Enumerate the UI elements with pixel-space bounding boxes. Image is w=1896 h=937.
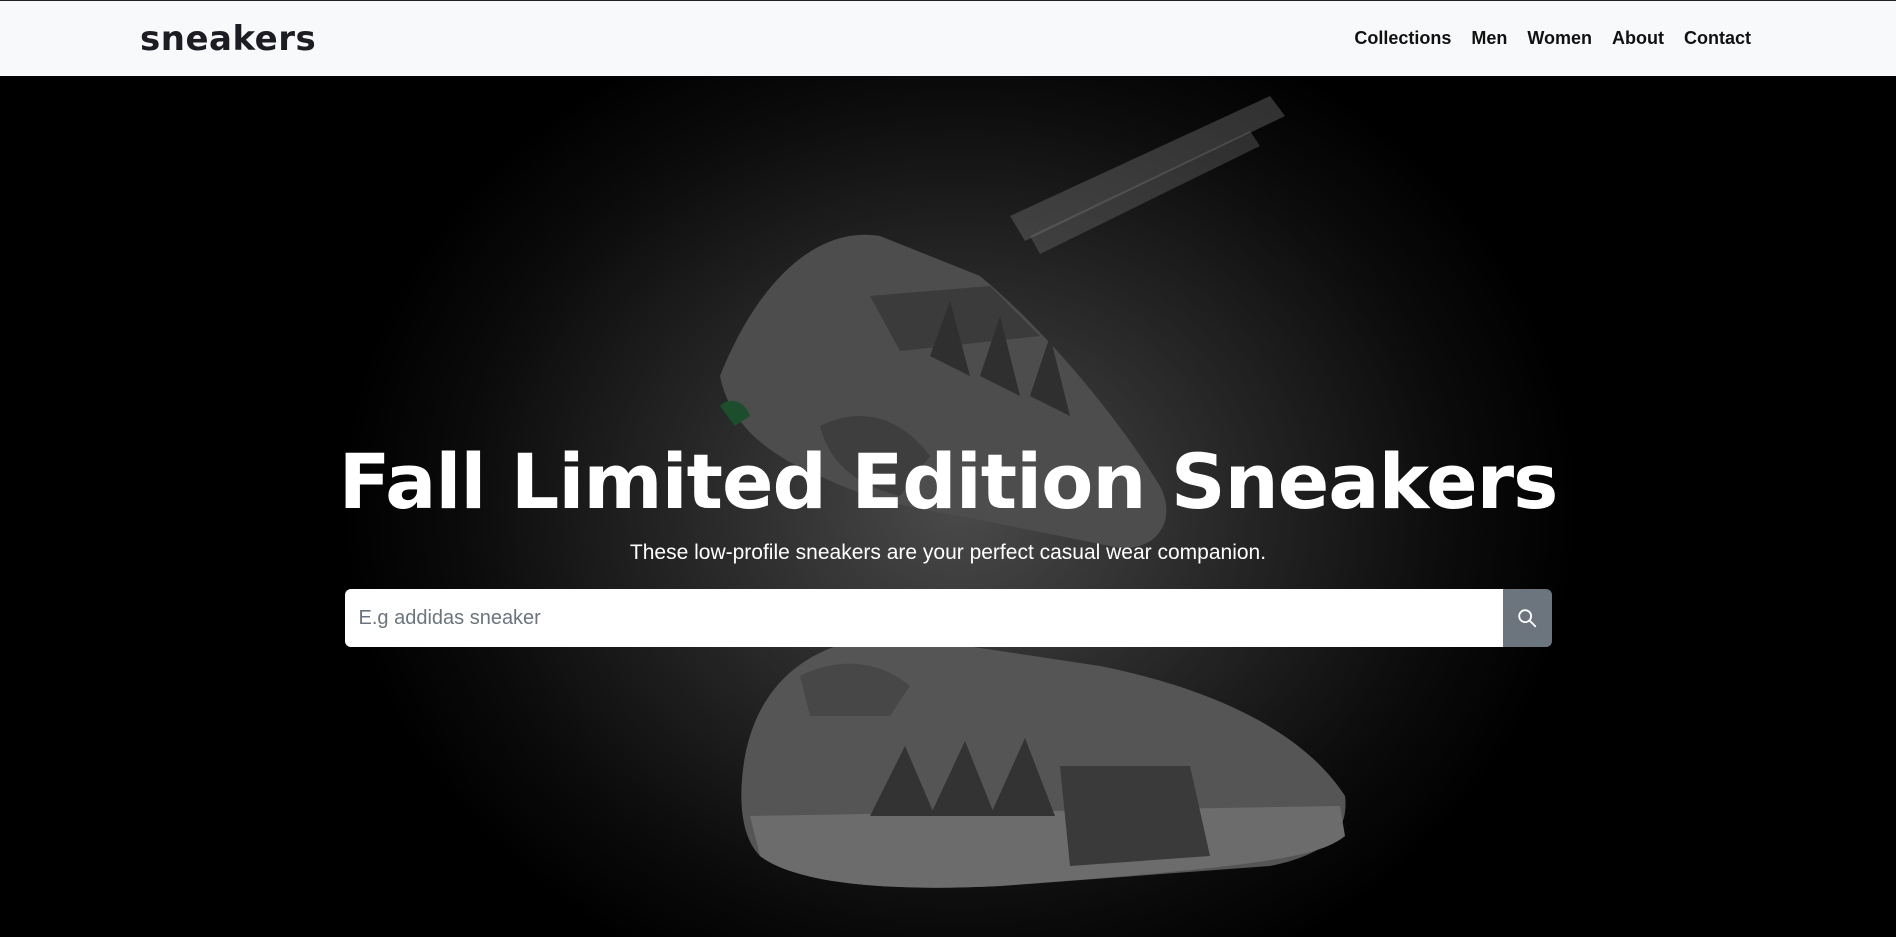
search-input[interactable]	[344, 589, 1503, 648]
navbar: sneakers Collections Men Women About Con…	[0, 0, 1896, 76]
nav-link-men[interactable]: Men	[1471, 28, 1507, 49]
hero-title: Fall Limited Edition Sneakers	[338, 437, 1559, 526]
nav-link-contact[interactable]: Contact	[1684, 28, 1751, 49]
search-bar	[344, 589, 1552, 648]
nav-link-about[interactable]: About	[1612, 28, 1664, 49]
nav-links: Collections Men Women About Contact	[1354, 28, 1751, 49]
hero-subtitle: These low-profile sneakers are your perf…	[629, 541, 1267, 565]
nav-link-collections[interactable]: Collections	[1354, 28, 1451, 49]
hero-content: Fall Limited Edition Sneakers These low-…	[0, 436, 1896, 648]
nav-link-women[interactable]: Women	[1527, 28, 1592, 49]
search-icon	[1518, 609, 1537, 628]
brand-logo[interactable]: sneakers	[140, 19, 316, 59]
search-button[interactable]	[1502, 589, 1552, 648]
hero-section: Fall Limited Edition Sneakers These low-…	[0, 76, 1896, 937]
